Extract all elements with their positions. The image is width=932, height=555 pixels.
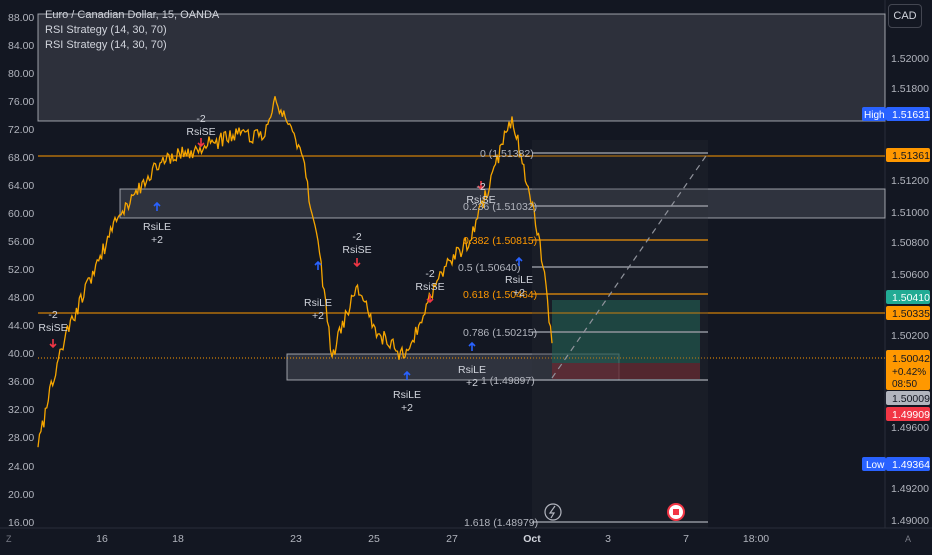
rsi-tick-label: 88.00 <box>8 12 34 24</box>
signal-label: -2 <box>425 268 434 280</box>
rsi-tick-label: 28.00 <box>8 432 34 444</box>
fib-level-label: 0 (1.51382) <box>480 148 534 160</box>
svg-text:+0.42%: +0.42% <box>892 367 926 378</box>
low-value-label: 1.49364 <box>886 457 930 471</box>
signal-label: RsiSE <box>466 194 495 206</box>
rsi-tick-label: 68.00 <box>8 152 34 164</box>
signal-label: RsiLE <box>393 389 421 401</box>
rsi-tick-label: 76.00 <box>8 96 34 108</box>
rsi-tick-label: 16.00 <box>8 517 34 529</box>
rsi-tick-label: 52.00 <box>8 264 34 276</box>
time-tick-label: 27 <box>446 533 458 545</box>
svg-text:1.50335: 1.50335 <box>892 308 930 320</box>
level-3-label: 1.50335 <box>886 306 930 320</box>
signal-label: +2 <box>401 402 413 414</box>
level-5-label: 1.49909 <box>886 407 930 421</box>
svg-text:1.49909: 1.49909 <box>892 409 930 421</box>
price-tick-label: 1.51800 <box>891 83 929 95</box>
symbol-title[interactable]: Euro / Canadian Dollar, 15, OANDA <box>45 8 219 23</box>
svg-text:1.49364: 1.49364 <box>892 459 930 471</box>
signal-label: +2 <box>151 234 163 246</box>
signal-label: RsiLE <box>505 274 533 286</box>
fib-level-label: 0.786 (1.50215) <box>463 327 537 339</box>
chart-legend[interactable]: Euro / Canadian Dollar, 15, OANDA RSI St… <box>45 8 219 53</box>
svg-text:High: High <box>864 110 885 121</box>
indicator-label-2[interactable]: RSI Strategy (14, 30, 70) <box>45 38 219 53</box>
high-label: High <box>862 107 886 121</box>
signal-label: -2 <box>352 231 361 243</box>
fib-level-label: 1.618 (1.48979) <box>464 517 538 529</box>
event-flag-icon[interactable] <box>667 503 685 521</box>
high-value-label: 1.51631 <box>886 107 930 121</box>
signal-label: +2 <box>312 310 324 322</box>
chart-area[interactable]: 0 (1.51382) 0.236 (1.51032) 0.382 (1.50815… <box>0 0 932 550</box>
rsi-tick-label: 72.00 <box>8 124 34 136</box>
price-tick-label: 1.50200 <box>891 330 929 342</box>
level-2-label: 1.50410 <box>886 290 930 304</box>
price-tick-label: 1.51000 <box>891 207 929 219</box>
time-tick-label: 7 <box>683 533 689 545</box>
rsi-tick-label: 64.00 <box>8 180 34 192</box>
svg-text:1.50009: 1.50009 <box>892 393 930 405</box>
rsi-tick-label: 84.00 <box>8 40 34 52</box>
time-tick-label: Oct <box>523 533 541 545</box>
signal-label: RsiSE <box>186 126 215 138</box>
price-chart[interactable]: 0 (1.51382)0.236 (1.51032)0.382 (1.50815… <box>0 0 932 550</box>
time-tick-label: 18 <box>172 533 184 545</box>
fib-level-label: 0.618 (1.50464) <box>463 289 537 301</box>
rsi-tick-label: 36.00 <box>8 376 34 388</box>
price-tick-label: 1.49600 <box>891 422 929 434</box>
svg-text:Low: Low <box>866 460 885 471</box>
rsi-tick-label: 80.00 <box>8 68 34 80</box>
signal-label: -2 <box>476 181 485 193</box>
rsi-tick-label: 60.00 <box>8 208 34 220</box>
currency-button[interactable]: CAD <box>888 4 922 28</box>
signal-label: -2 <box>196 113 205 125</box>
indicator-label-1[interactable]: RSI Strategy (14, 30, 70) <box>45 23 219 38</box>
rsi-tick-label: 20.00 <box>8 489 34 501</box>
svg-text:1.50042: 1.50042 <box>892 353 930 365</box>
price-tick-label: 1.49200 <box>891 483 929 495</box>
signal-label: RsiSE <box>38 322 67 334</box>
time-tick-label: 23 <box>290 533 302 545</box>
svg-text:1.51361: 1.51361 <box>892 150 930 162</box>
signal-label: RsiLE <box>304 297 332 309</box>
time-tick-label: 3 <box>605 533 611 545</box>
svg-text:1.50410: 1.50410 <box>892 292 930 304</box>
fib-level-label: 1 (1.49897) <box>481 375 535 387</box>
price-tick-label: 1.50800 <box>891 237 929 249</box>
signal-label: +2 <box>466 377 478 389</box>
fib-range-shade <box>532 140 708 528</box>
price-tick-label: 1.51200 <box>891 175 929 187</box>
signal-label: -2 <box>48 309 57 321</box>
rsi-tick-label: 40.00 <box>8 348 34 360</box>
fib-level-label: 0.382 (1.50815) <box>463 235 537 247</box>
time-tick-label: 25 <box>368 533 380 545</box>
rsi-tick-label: 44.00 <box>8 320 34 332</box>
last-price-box: 1.50042 +0.42%08:50 <box>886 350 930 390</box>
price-tick-label: 1.52000 <box>891 53 929 65</box>
level-4-label: 1.50009 <box>886 391 930 405</box>
level-1-label: 1.51361 <box>886 148 930 162</box>
auto-scale-icon: A <box>905 534 911 544</box>
signal-label: RsiLE <box>143 221 171 233</box>
svg-text:1.51631: 1.51631 <box>892 109 930 121</box>
timezone-icon: Z <box>6 534 12 544</box>
signal-label: RsiSE <box>342 244 371 256</box>
rsi-tick-label: 24.00 <box>8 461 34 473</box>
low-label: Low <box>862 457 886 471</box>
price-tick-label: 1.50600 <box>891 269 929 281</box>
rsi-tick-label: 56.00 <box>8 236 34 248</box>
svg-text:08:50: 08:50 <box>892 379 917 390</box>
fib-level-label: 0.5 (1.50640) <box>458 262 520 274</box>
signal-label: RsiSE <box>415 281 444 293</box>
time-tick-label: 16 <box>96 533 108 545</box>
rsi-tick-label: 48.00 <box>8 292 34 304</box>
signal-label: RsiLE <box>458 364 486 376</box>
signal-label: +2 <box>513 287 525 299</box>
time-tick-label: 18:00 <box>743 533 769 545</box>
price-tick-label: 1.49000 <box>891 515 929 527</box>
rsi-tick-label: 32.00 <box>8 404 34 416</box>
